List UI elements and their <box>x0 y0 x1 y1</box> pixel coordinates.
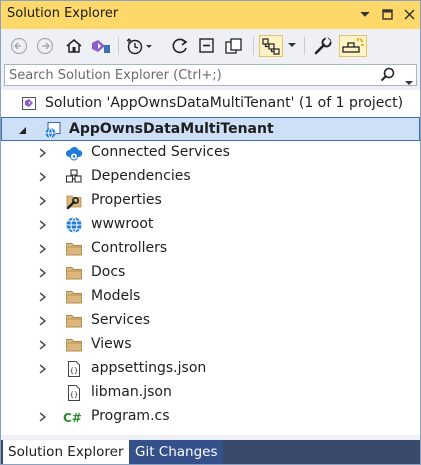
solution-icon <box>21 95 39 113</box>
solution-explorer-window: Solution Explorer Search Solution Explor… <box>0 0 421 465</box>
tree-item[interactable]: {} libman.json <box>1 381 420 405</box>
forward-icon[interactable] <box>35 35 55 57</box>
folder-icon <box>65 288 83 306</box>
window-title: Solution Explorer <box>7 6 119 21</box>
collapsed-arrow-icon[interactable] <box>37 171 47 183</box>
tab-git-changes[interactable]: Git Changes <box>130 440 223 464</box>
search-options-dropdown-icon[interactable] <box>405 72 413 91</box>
home-icon[interactable] <box>63 35 85 57</box>
connected-services-icon <box>65 144 83 162</box>
csharp-file-icon: C# <box>63 408 85 426</box>
project-label: AppOwnsDataMultiTenant <box>69 121 274 137</box>
collapsed-arrow-icon[interactable] <box>37 291 47 303</box>
tree-item[interactable]: C# Program.cs <box>1 405 420 429</box>
tab-solution-explorer[interactable]: Solution Explorer <box>3 440 129 464</box>
dependencies-icon <box>65 168 83 186</box>
pending-changes-filter-icon[interactable] <box>124 35 154 57</box>
sync-dropdown-icon[interactable] <box>285 35 299 57</box>
back-icon[interactable] <box>9 35 29 57</box>
tree-item-label: libman.json <box>91 384 172 400</box>
tree-item[interactable]: Connected Services <box>1 141 420 165</box>
web-project-icon <box>44 121 62 139</box>
panel-tab-strip: Solution Explorer Git Changes <box>1 440 420 464</box>
tree-item-label: Views <box>91 336 132 352</box>
tree-item-label: Controllers <box>91 240 168 256</box>
collapsed-arrow-icon[interactable] <box>37 147 47 159</box>
collapsed-arrow-icon[interactable] <box>37 267 47 279</box>
tree-item[interactable]: Views <box>1 333 420 357</box>
folder-icon <box>65 240 83 258</box>
search-box[interactable] <box>4 64 417 86</box>
window-controls <box>358 5 416 23</box>
tree-item[interactable]: Properties <box>1 189 420 213</box>
collapsed-arrow-icon[interactable] <box>37 243 47 255</box>
svg-text:{}: {} <box>70 391 78 399</box>
tree-item-label: Dependencies <box>91 168 191 184</box>
properties-folder-icon <box>65 192 83 210</box>
refresh-icon[interactable] <box>169 35 191 57</box>
json-file-icon: {} <box>65 384 83 402</box>
collapsed-arrow-icon[interactable] <box>37 315 47 327</box>
tree-item[interactable]: {} appsettings.json <box>1 357 420 381</box>
tree-item-label: Docs <box>91 264 126 280</box>
collapsed-arrow-icon[interactable] <box>37 195 47 207</box>
tree-item-label: Services <box>91 312 151 328</box>
toolbar-separator <box>253 37 254 55</box>
sync-with-active-document-icon[interactable] <box>259 35 283 57</box>
toolbar-separator <box>118 37 119 55</box>
tree-item-label: Models <box>91 288 141 304</box>
dropdown-icon[interactable] <box>358 5 372 23</box>
preview-selected-items-icon[interactable] <box>339 35 367 57</box>
tree-item-label: appsettings.json <box>91 360 207 376</box>
tree-item[interactable]: Dependencies <box>1 165 420 189</box>
tree-item-project[interactable]: AppOwnsDataMultiTenant <box>1 117 420 141</box>
toolbar <box>1 29 420 63</box>
properties-wrench-icon[interactable] <box>311 35 335 57</box>
globe-icon <box>65 216 83 234</box>
tree-item-label: Connected Services <box>91 144 230 160</box>
search-input[interactable] <box>5 65 379 85</box>
search-icon[interactable] <box>380 67 396 87</box>
tree-item[interactable]: Services <box>1 309 420 333</box>
tree-item[interactable]: Controllers <box>1 237 420 261</box>
tree-item-label: wwwroot <box>91 216 154 232</box>
tree-item[interactable]: wwwroot <box>1 213 420 237</box>
close-icon[interactable] <box>402 5 416 23</box>
collapsed-arrow-icon[interactable] <box>37 339 47 351</box>
solution-label: Solution 'AppOwnsDataMultiTenant' (1 of … <box>45 95 404 111</box>
collapse-all-icon[interactable] <box>197 35 219 57</box>
tree-item[interactable]: Models <box>1 285 420 309</box>
svg-text:{}: {} <box>70 367 78 375</box>
json-file-icon: {} <box>65 360 83 378</box>
title-bar[interactable]: Solution Explorer <box>1 1 420 29</box>
tree-item[interactable]: Docs <box>1 261 420 285</box>
show-all-files-icon[interactable] <box>223 35 245 57</box>
tree-item-label: Program.cs <box>91 408 170 424</box>
expanded-arrow-icon[interactable] <box>17 124 27 136</box>
vs-switch-views-icon[interactable] <box>89 35 113 57</box>
maximize-icon[interactable] <box>380 5 394 23</box>
svg-text:C#: C# <box>63 411 82 425</box>
folder-icon <box>65 264 83 282</box>
tree-item-solution[interactable]: Solution 'AppOwnsDataMultiTenant' (1 of … <box>1 92 420 116</box>
collapsed-arrow-icon[interactable] <box>37 219 47 231</box>
collapsed-arrow-icon[interactable] <box>37 363 47 375</box>
solution-tree: Solution 'AppOwnsDataMultiTenant' (1 of … <box>1 90 420 435</box>
folder-icon <box>65 336 83 354</box>
toolbar-separator <box>304 37 305 55</box>
folder-icon <box>65 312 83 330</box>
collapsed-arrow-icon[interactable] <box>37 411 47 423</box>
tree-item-label: Properties <box>91 192 162 208</box>
